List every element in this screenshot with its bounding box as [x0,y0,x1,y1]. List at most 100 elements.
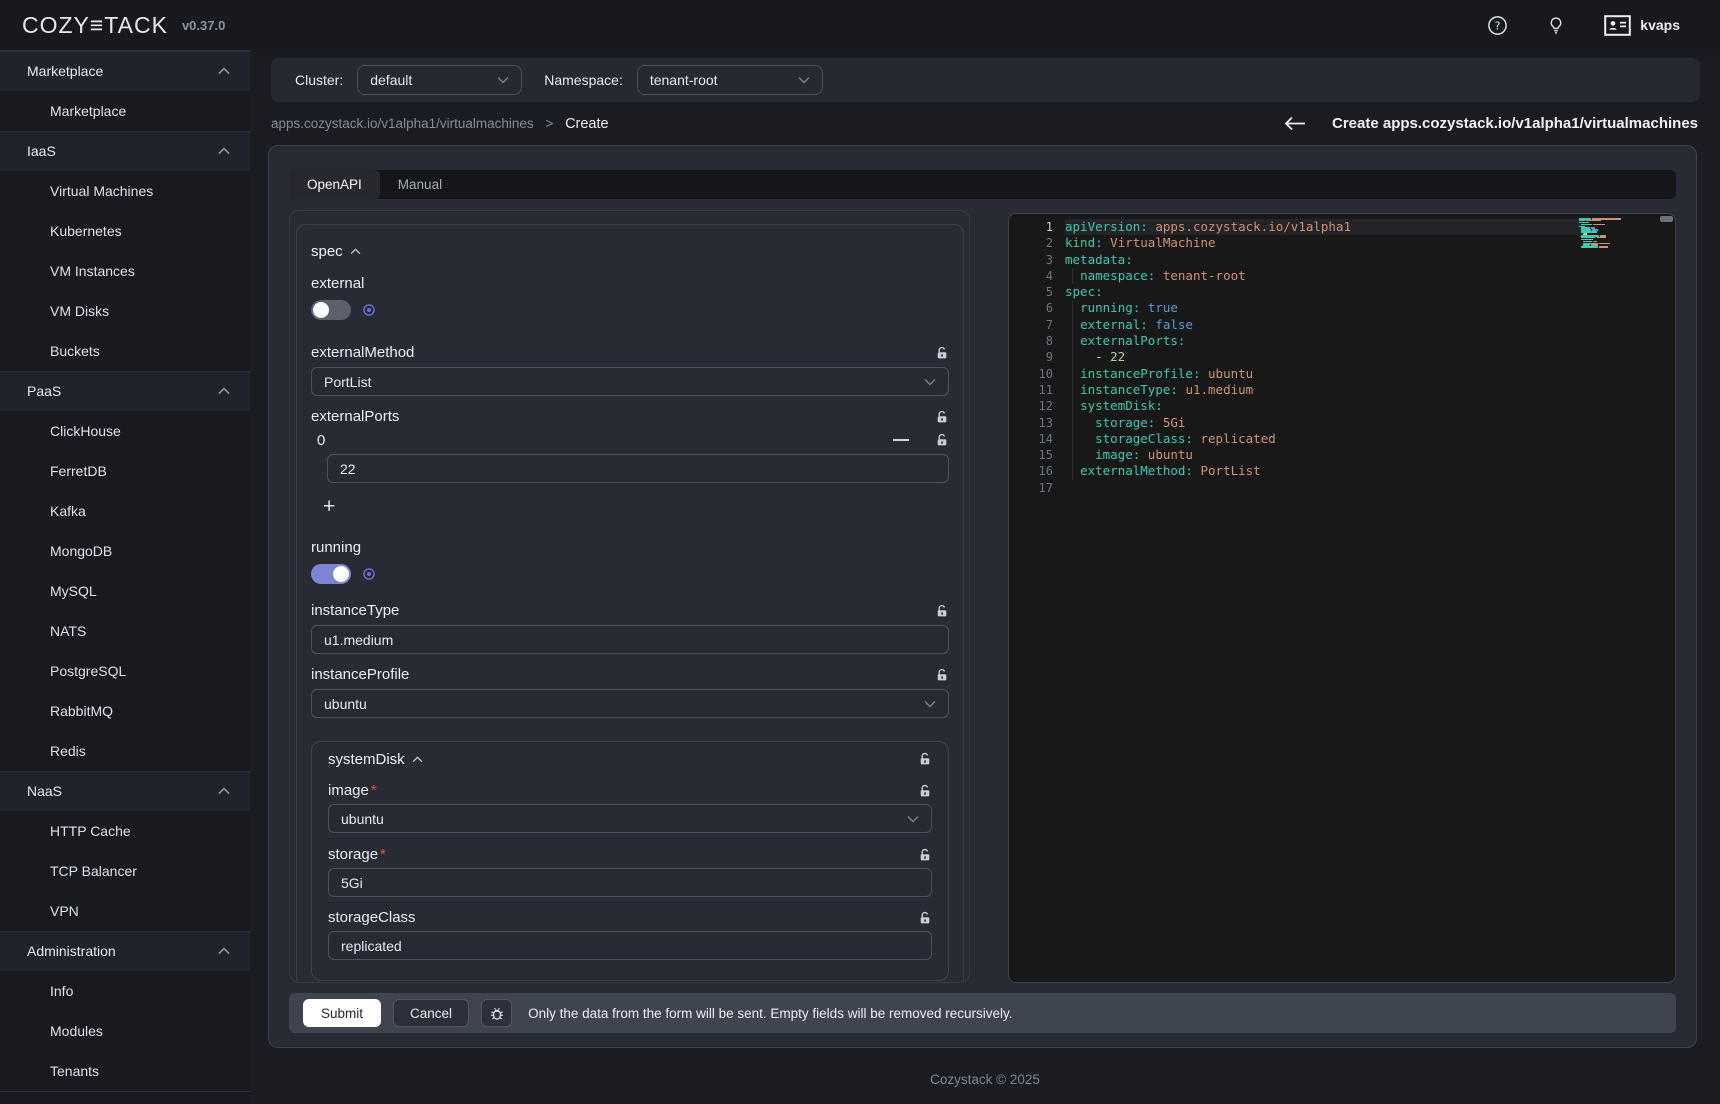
sidebar-item-clickhouse[interactable]: ClickHouse [0,411,250,451]
sidebar-item-marketplace[interactable]: Marketplace [0,91,250,131]
code-line-7: 7 external: false [1009,317,1675,333]
sidebar-item-rabbitmq[interactable]: RabbitMQ [0,691,250,731]
sidebar-item-mysql[interactable]: MySQL [0,571,250,611]
reset-default-icon[interactable] [362,303,376,317]
code-line-6: 6 running: true [1009,300,1675,316]
editor-tabs: OpenAPI Manual [289,170,1676,199]
unlock-icon[interactable] [935,604,949,618]
sidebar-item-vm-disks[interactable]: VM Disks [0,291,250,331]
sidebar-item-kafka[interactable]: Kafka [0,491,250,531]
sidebar-section-iaas[interactable]: IaaS [0,131,250,171]
yaml-editor[interactable]: 1apiVersion: apps.cozystack.io/v1alpha12… [1008,213,1676,983]
tab-openapi[interactable]: OpenAPI [289,170,380,199]
instanceType-input[interactable] [311,625,949,654]
external-toggle[interactable] [311,300,351,320]
code-line-8: 8 externalPorts: [1009,333,1675,349]
form-scroll-area[interactable]: spec external externalMethod [289,210,970,983]
systemDisk-section-toggle[interactable]: systemDisk [328,751,423,768]
sidebar-section-administration[interactable]: Administration [0,931,250,971]
field-label: instanceProfile [311,666,409,683]
unlock-icon[interactable] [935,668,949,682]
storageClass-input[interactable] [328,931,932,960]
sidebar-item-tenants[interactable]: Tenants [0,1051,250,1091]
code-line-4: 4 namespace: tenant-root [1009,268,1675,284]
code-line-10: 10 instanceProfile: ubuntu [1009,366,1675,382]
unlock-icon[interactable] [918,911,932,925]
code-line-15: 15 image: ubuntu [1009,447,1675,463]
id-badge-icon [1604,15,1631,36]
sidebar-item-postgresql[interactable]: PostgreSQL [0,651,250,691]
unlock-icon[interactable] [918,752,932,766]
code-line-14: 14 storageClass: replicated [1009,431,1675,447]
help-icon[interactable]: ? [1487,15,1508,36]
storage-label-row: storage* [328,846,932,863]
cluster-label: Cluster: [295,72,343,88]
storage-input[interactable] [328,868,932,897]
sidebar-item-modules[interactable]: Modules [0,1011,250,1051]
breadcrumb-separator: > [545,116,553,131]
sidebar-item-ferretdb[interactable]: FerretDB [0,451,250,491]
main-content: Cluster: default Namespace: tenant-root … [250,50,1720,1104]
debug-button[interactable] [481,999,512,1027]
spec-section-toggle[interactable]: spec [311,241,949,261]
cluster-select[interactable]: default [357,65,522,95]
sidebar-item-mongodb[interactable]: MongoDB [0,531,250,571]
chevron-down-icon [798,76,810,84]
running-toggle[interactable] [311,564,351,584]
code-line-12: 12 systemDisk: [1009,398,1675,414]
sidebar-item-vm-instances[interactable]: VM Instances [0,251,250,291]
sidebar-item-vpn[interactable]: VPN [0,891,250,931]
create-form-card: OpenAPI Manual spec external [268,145,1697,1048]
lightbulb-icon[interactable] [1546,15,1566,36]
unlock-icon[interactable] [918,784,932,798]
tab-manual[interactable]: Manual [380,170,460,199]
running-label-row: running [311,539,949,556]
remove-item-button[interactable] [893,433,911,447]
user-menu[interactable]: kvaps [1604,15,1680,36]
sidebar-section-paas[interactable]: PaaS [0,371,250,411]
breadcrumb-link[interactable]: apps.cozystack.io/v1alpha1/virtualmachin… [271,116,534,131]
chevron-down-icon [497,76,509,84]
sidebar-item-http-cache[interactable]: HTTP Cache [0,811,250,851]
code-line-17: 17 [1009,480,1675,496]
submit-button[interactable]: Submit [303,999,381,1027]
externalMethod-select[interactable]: PortList [311,367,949,396]
sidebar-item-nats[interactable]: NATS [0,611,250,651]
externalPorts-item-input[interactable] [327,454,949,483]
footer-text: Cozystack © 2025 [250,1072,1720,1087]
field-label: running [311,539,361,556]
sidebar-section-naas[interactable]: NaaS [0,771,250,811]
unlock-icon[interactable] [918,848,932,862]
unlock-icon[interactable] [935,433,949,447]
editor-lines: 1apiVersion: apps.cozystack.io/v1alpha12… [1009,214,1675,496]
sidebar-section-marketplace[interactable]: Marketplace [0,51,250,91]
field-label: externalMethod [311,344,414,361]
sidebar-item-kubernetes[interactable]: Kubernetes [0,211,250,251]
sidebar-item-redis[interactable]: Redis [0,731,250,771]
reset-default-icon[interactable] [362,567,376,581]
unlock-icon[interactable] [935,346,949,360]
app-logo: COZY≡TACK [22,12,168,39]
chevron-up-icon [218,67,230,75]
editor-scrollbar[interactable] [1660,216,1673,222]
instanceProfile-select[interactable]: ubuntu [311,689,949,718]
image-label-row: image* [328,782,932,799]
submit-note: Only the data from the form will be sent… [528,1006,1012,1021]
back-arrow-icon[interactable] [1284,116,1306,131]
cancel-button[interactable]: Cancel [393,999,469,1027]
sidebar-item-tcp-balancer[interactable]: TCP Balancer [0,851,250,891]
namespace-select[interactable]: tenant-root [637,65,823,95]
field-label: storage* [328,846,386,863]
svg-text:?: ? [1495,19,1501,32]
field-label: storageClass [328,909,416,926]
chevron-up-icon [412,756,423,763]
editor-minimap[interactable] [1579,218,1635,250]
sidebar-item-virtual-machines[interactable]: Virtual Machines [0,171,250,211]
sidebar-item-info[interactable]: Info [0,971,250,1011]
context-bar: Cluster: default Namespace: tenant-root [271,58,1700,102]
unlock-icon[interactable] [935,410,949,424]
systemDisk-panel: systemDisk image* ubuntu [311,741,949,981]
image-select[interactable]: ubuntu [328,804,932,833]
add-item-button[interactable]: + [323,495,347,519]
sidebar-item-buckets[interactable]: Buckets [0,331,250,371]
